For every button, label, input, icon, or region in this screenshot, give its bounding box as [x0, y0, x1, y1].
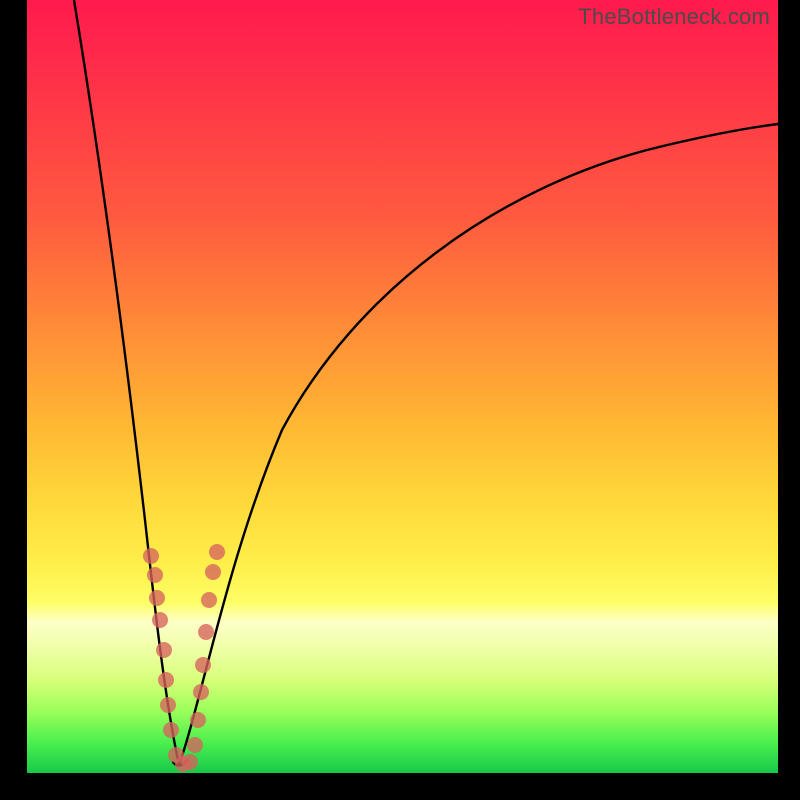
- dot: [143, 548, 159, 564]
- dot: [147, 567, 163, 583]
- dot: [156, 642, 172, 658]
- dot: [152, 612, 168, 628]
- dot: [201, 592, 217, 608]
- curve-right-arm: [179, 124, 778, 765]
- dot: [158, 672, 174, 688]
- dot: [205, 564, 221, 580]
- dot: [160, 697, 176, 713]
- curve-layer: [27, 0, 778, 773]
- dot: [193, 684, 209, 700]
- dot: [163, 722, 179, 738]
- dot: [182, 754, 198, 770]
- dot: [190, 712, 206, 728]
- watermark-text: TheBottleneck.com: [578, 4, 770, 30]
- dot: [209, 544, 225, 560]
- dot: [198, 624, 214, 640]
- dot: [187, 737, 203, 753]
- dot: [195, 657, 211, 673]
- marker-dots: [143, 544, 225, 772]
- plot-area: [27, 0, 778, 773]
- dot: [149, 590, 165, 606]
- chart-frame: TheBottleneck.com: [0, 0, 800, 800]
